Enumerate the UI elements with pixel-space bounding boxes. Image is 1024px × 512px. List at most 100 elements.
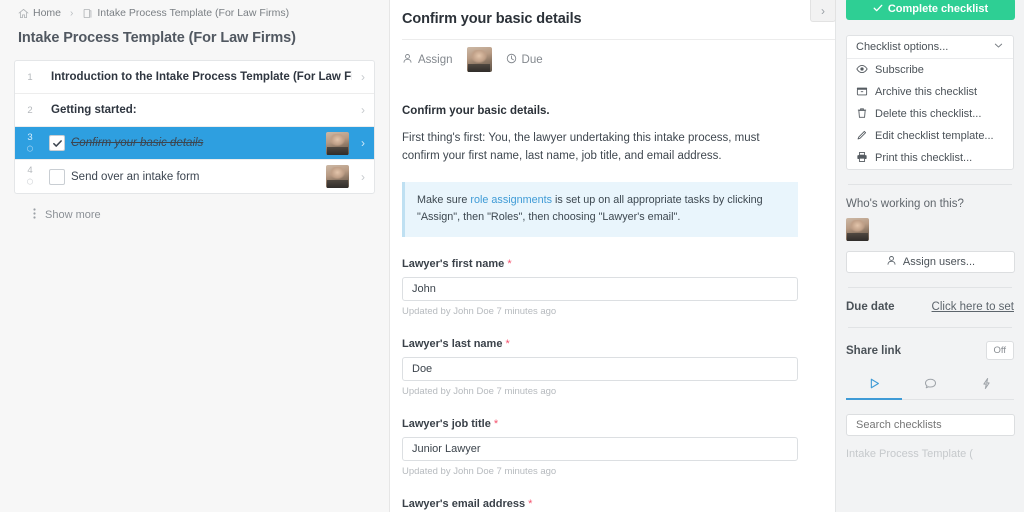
required-marker: * xyxy=(507,257,512,270)
task-label: Introduction to the Intake Process Templ… xyxy=(51,71,352,83)
whos-working-title: Who's working on this? xyxy=(846,198,964,210)
divider xyxy=(848,184,1012,185)
task-row-2[interactable]: 2 Getting started: › xyxy=(15,94,374,127)
field-last-name: Lawyer's last name * Updated by John Doe… xyxy=(402,338,798,397)
field-job-title: Lawyer's job title * Updated by John Doe… xyxy=(402,418,798,477)
last-name-input[interactable] xyxy=(402,356,798,381)
archive-icon xyxy=(856,85,868,100)
due-date-set-link[interactable]: Click here to set xyxy=(932,301,1014,313)
job-title-input[interactable] xyxy=(402,436,798,461)
task-meta-row: Assign Due xyxy=(402,39,835,79)
assign-users-label: Assign users... xyxy=(902,256,976,268)
check-icon xyxy=(873,3,883,16)
required-marker: * xyxy=(505,337,510,350)
checklist-options-label: Checklist options... xyxy=(856,41,949,53)
chevron-right-icon[interactable]: › xyxy=(352,170,374,184)
assign-button[interactable]: Assign xyxy=(402,53,453,67)
chevron-right-icon[interactable]: › xyxy=(352,136,374,150)
task-checkbox[interactable] xyxy=(49,168,65,185)
chevron-right-icon[interactable]: › xyxy=(352,70,374,84)
assign-users-button[interactable]: Assign users... xyxy=(846,251,1015,273)
callout-text-before: Make sure xyxy=(417,193,471,206)
avatar xyxy=(326,165,349,188)
tab-activity[interactable] xyxy=(958,374,1014,400)
play-icon xyxy=(868,377,881,395)
divider xyxy=(848,287,1012,288)
field-note: Updated by John Doe 7 minutes ago xyxy=(402,305,557,317)
breadcrumb-current[interactable]: Intake Process Template (For Law Firms) xyxy=(82,7,289,19)
option-label: Delete this checklist... xyxy=(875,108,982,120)
share-link-toggle[interactable]: Off xyxy=(985,341,1014,360)
task-list: 1 Introduction to the Intake Process Tem… xyxy=(14,60,375,194)
due-date-label: Due date xyxy=(846,301,895,313)
first-name-input[interactable] xyxy=(402,276,798,301)
chevron-down-icon xyxy=(993,40,1004,54)
field-email-address: Lawyer's email address * xyxy=(402,498,798,512)
option-edit-template[interactable]: Edit checklist template... xyxy=(847,125,1013,147)
assign-label: Assign xyxy=(418,53,453,66)
task-row-1[interactable]: 1 Introduction to the Intake Process Tem… xyxy=(15,61,374,94)
complete-checklist-button[interactable]: Complete checklist xyxy=(846,0,1015,20)
assigned-avatar[interactable] xyxy=(466,47,492,72)
sidebar-tabs xyxy=(846,374,1014,400)
due-button[interactable]: Due xyxy=(506,53,543,67)
app-root: Home › Intake Process Template (For Law … xyxy=(0,0,1024,512)
breadcrumb-home-label: Home xyxy=(33,7,62,19)
show-more-button[interactable]: Show more xyxy=(0,194,389,222)
option-print[interactable]: Print this checklist... xyxy=(847,147,1013,169)
search-checklists-input[interactable] xyxy=(846,414,1015,436)
task-checkbox[interactable] xyxy=(49,135,65,151)
breadcrumb-separator: › xyxy=(70,7,74,19)
left-sidebar: Home › Intake Process Template (For Law … xyxy=(0,0,390,512)
printer-icon xyxy=(856,151,868,166)
avatar[interactable] xyxy=(846,218,869,241)
stop-icon xyxy=(26,177,34,188)
option-subscribe[interactable]: Subscribe xyxy=(847,59,1013,81)
checklist-options-dropdown[interactable]: Checklist options... xyxy=(847,36,1013,59)
option-archive[interactable]: Archive this checklist xyxy=(847,81,1013,103)
show-more-label: Show more xyxy=(45,209,101,221)
chevron-right-icon[interactable]: › xyxy=(352,103,374,117)
callout-box: Make sure role assignments is set up on … xyxy=(402,181,798,237)
task-label: Confirm your basic details xyxy=(71,137,204,149)
task-number: 4 xyxy=(15,165,45,188)
option-delete[interactable]: Delete this checklist... xyxy=(847,103,1013,125)
task-number: 1 xyxy=(27,71,33,83)
page-title: Intake Process Template (For Law Firms) xyxy=(18,30,296,46)
due-date-row: Due date Click here to set xyxy=(846,301,1014,313)
stop-icon xyxy=(26,144,34,155)
user-icon xyxy=(402,53,413,67)
breadcrumb-home[interactable]: Home xyxy=(18,7,61,19)
tab-comments[interactable] xyxy=(902,374,958,400)
task-number: 3 xyxy=(15,132,45,155)
required-marker: * xyxy=(493,417,499,430)
divider xyxy=(848,327,1012,328)
main-content: Confirm your basic details Assign Due Co… xyxy=(390,0,835,512)
trash-icon xyxy=(856,107,868,122)
option-label: Print this checklist... xyxy=(875,152,973,164)
task-label: Getting started: xyxy=(51,104,137,116)
right-sidebar: Complete checklist Checklist options... … xyxy=(835,0,1024,512)
complete-checklist-label: Complete checklist xyxy=(887,3,989,15)
field-label: Lawyer's email address * xyxy=(402,497,533,510)
task-detail-title: Confirm your basic details xyxy=(402,11,582,27)
pencil-icon xyxy=(856,129,868,144)
home-icon xyxy=(18,8,29,19)
task-row-3[interactable]: 3 Confirm your basic details › xyxy=(15,127,374,160)
task-label: Send over an intake form xyxy=(71,170,200,183)
option-label: Subscribe xyxy=(875,64,924,76)
task-row-4[interactable]: 4 Send over an intake form › xyxy=(15,160,374,193)
breadcrumb-current-label: Intake Process Template (For Law Firms) xyxy=(97,7,290,19)
comment-icon xyxy=(924,377,937,395)
collapse-panel-button[interactable]: › xyxy=(810,0,836,22)
role-assignments-link[interactable]: role assignments xyxy=(470,194,552,206)
tab-run[interactable] xyxy=(846,374,902,400)
eye-icon xyxy=(856,63,868,78)
field-label: Lawyer's last name * xyxy=(402,337,510,350)
checklist-options-card: Checklist options... Subscribe Archive t… xyxy=(846,35,1014,170)
search-result-partial: Intake Process Template ( xyxy=(846,448,973,460)
required-marker: * xyxy=(528,497,533,510)
task-number: 2 xyxy=(27,104,33,116)
avatar xyxy=(326,131,349,155)
kebab-icon xyxy=(33,208,36,222)
